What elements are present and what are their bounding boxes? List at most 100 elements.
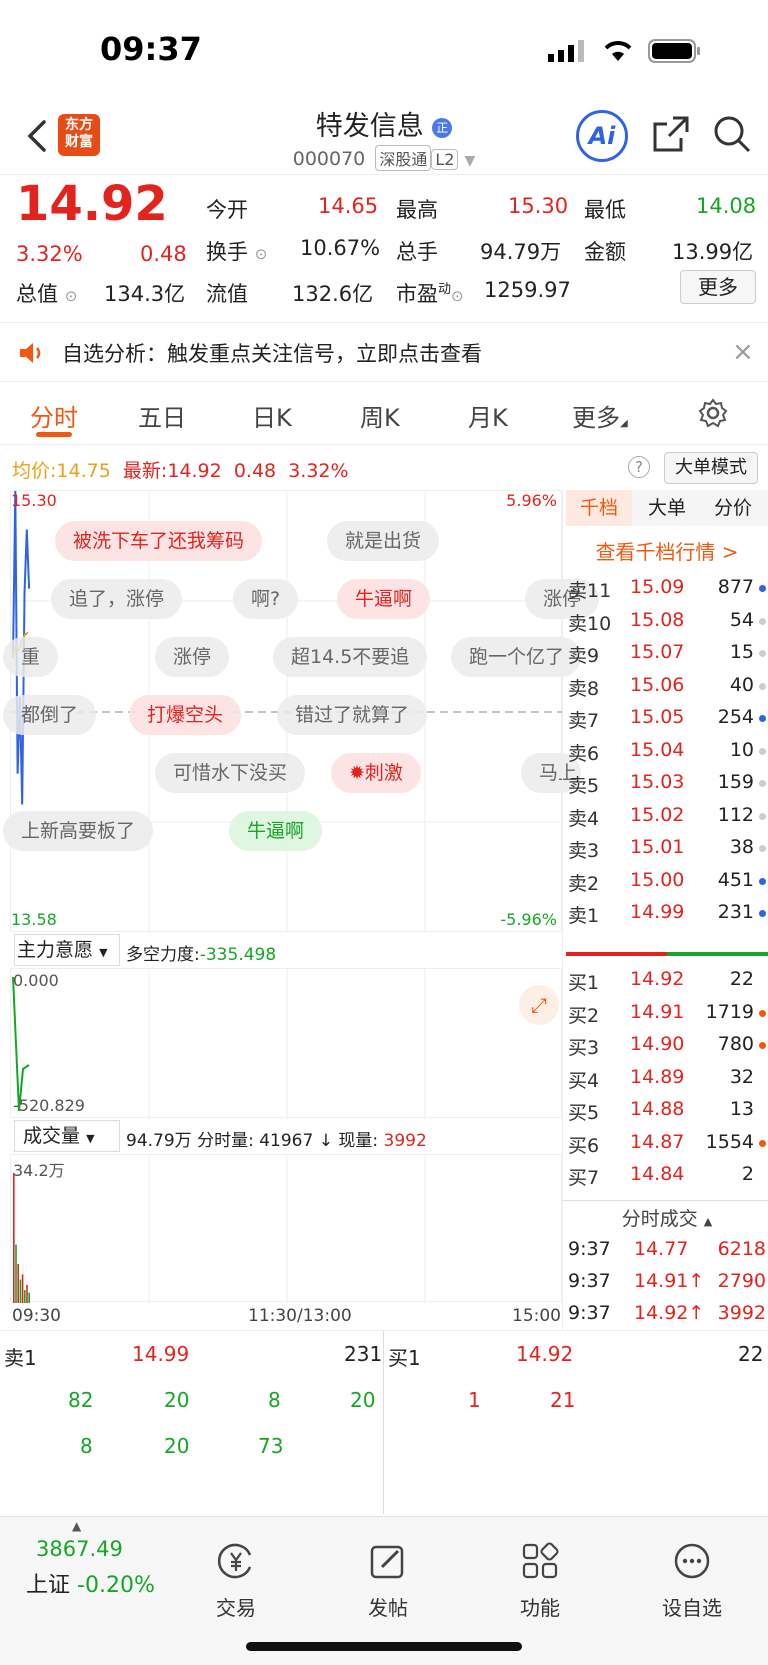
- trade-volume: 2790: [717, 1270, 766, 1292]
- trade-price: 14.92↑: [634, 1302, 705, 1324]
- current-price: 14.92: [16, 176, 168, 232]
- bid-price: 14.87: [630, 1130, 685, 1153]
- trades-title[interactable]: 分时成交 ▲: [566, 1204, 768, 1231]
- tab-trade[interactable]: 交易: [186, 1541, 286, 1621]
- more-dots-icon: [674, 1543, 710, 1579]
- ask-level: 卖1: [568, 905, 600, 927]
- comment-bubble[interactable]: 牛逼啊: [337, 579, 431, 619]
- ask-volume: 231: [717, 901, 754, 923]
- comment-bubble[interactable]: 都倒了: [3, 695, 97, 735]
- tab-watchlist[interactable]: 设自选: [642, 1541, 742, 1621]
- strip-buy-price: 14.92: [516, 1342, 574, 1366]
- battery-icon: [648, 39, 700, 63]
- comment-bubble[interactable]: 追了，涨停: [51, 579, 183, 619]
- volume-bar: [15, 1244, 17, 1303]
- comment-bubble[interactable]: ✹刺激: [331, 753, 421, 793]
- queue-item: 73: [258, 1434, 284, 1458]
- bid-price: 14.91: [630, 1000, 685, 1023]
- comment-bubble[interactable]: 打爆空头: [129, 695, 242, 735]
- x-tick-open: 09:30: [12, 1306, 61, 1326]
- indicator-svg: [12, 969, 426, 1119]
- volume-select[interactable]: 成交量 ▼: [14, 1120, 120, 1152]
- indicator-select[interactable]: 主力意愿 ▼: [14, 934, 120, 966]
- bid-volume: 1554: [705, 1130, 754, 1153]
- queue-item: 8: [80, 1434, 93, 1458]
- tab-week-k[interactable]: 周K: [360, 398, 400, 433]
- order-dot-icon: [759, 585, 766, 592]
- trade-volume: 3992: [717, 1302, 766, 1324]
- x-tick-close: 15:00: [512, 1306, 561, 1326]
- comment-bubble[interactable]: 就是出货: [327, 521, 440, 561]
- signal-icon: [548, 40, 584, 62]
- home-indicator: [246, 1642, 522, 1651]
- notice-bar[interactable]: 自选分析：触发重点关注信号，立即点击查看 ×: [0, 322, 768, 382]
- depth-link[interactable]: 查看千档行情 >: [566, 536, 768, 565]
- more-button[interactable]: 更多: [680, 270, 756, 304]
- low-value: 14.08: [696, 194, 757, 218]
- volume-bar: [24, 1290, 26, 1303]
- ask-row: 卖3 15.01 38: [566, 832, 768, 864]
- price-chart[interactable]: 被洗下车了还我筹码 就是出货 追了，涨停 啊? 牛逼啊 涨停 重 涨停 超14.…: [3, 490, 600, 933]
- volume-bar: [26, 1284, 28, 1303]
- comment-bubble[interactable]: 错过了就算了: [277, 695, 428, 735]
- trade-time: 9:37: [568, 1270, 611, 1292]
- open-label: 今开: [206, 198, 248, 222]
- tab-month-k[interactable]: 月K: [468, 398, 508, 433]
- expand-icon[interactable]: ⤢: [519, 985, 559, 1025]
- comment-bubble[interactable]: 超14.5不要追: [273, 637, 428, 677]
- comment-bubble[interactable]: 涨停: [155, 637, 230, 677]
- bid-volume: 1719: [705, 1000, 754, 1023]
- bid-row: 买7 14.84 2: [566, 1159, 768, 1191]
- ask-level: 卖8: [568, 677, 600, 700]
- big-order-mode-button[interactable]: 大单模式: [664, 452, 758, 484]
- tab-day-k[interactable]: 日K: [252, 398, 292, 433]
- volume-chart: 34.2万: [10, 1154, 562, 1303]
- ask-row: 卖7 15.05 254: [566, 702, 768, 734]
- strip-sell-label: 卖1: [4, 1346, 37, 1370]
- order-dot-icon: [759, 650, 766, 657]
- comment-bubble[interactable]: 上新高要板了: [3, 811, 154, 851]
- ask-row: 卖8 15.06 40: [566, 670, 768, 702]
- comment-bubble[interactable]: 可惜水下没买: [155, 753, 306, 793]
- queue-item: 21: [550, 1388, 576, 1412]
- tab-functions[interactable]: 功能: [490, 1541, 590, 1621]
- y-bottom-label: 13.58: [11, 910, 57, 929]
- trade-volume: 6218: [717, 1238, 766, 1260]
- tab-more[interactable]: 更多◢: [572, 398, 628, 433]
- pct-bottom-label: -5.96%: [500, 910, 557, 929]
- comment-bubble[interactable]: 啊?: [233, 579, 299, 619]
- bid-row: 买5 14.88 13: [566, 1094, 768, 1126]
- queue-item: 20: [164, 1434, 190, 1458]
- help-icon[interactable]: ?: [628, 456, 650, 478]
- tab-big-order[interactable]: 大单: [634, 490, 700, 526]
- volume-svg: [13, 1155, 426, 1303]
- speaker-icon: [20, 343, 41, 363]
- tab-post[interactable]: 发帖: [338, 1541, 438, 1621]
- pe-label: 市盈动⊙: [396, 282, 464, 306]
- ai-button[interactable]: Ai: [576, 110, 628, 162]
- order-dot-icon: [759, 812, 766, 820]
- force-row: 多空力度:-335.498: [126, 945, 277, 965]
- comment-bubble[interactable]: 被洗下车了还我筹码: [55, 521, 263, 561]
- search-icon[interactable]: [712, 114, 752, 154]
- tab-depth[interactable]: 千档: [566, 490, 632, 526]
- comment-bubble[interactable]: 牛逼啊: [229, 811, 323, 851]
- low-label: 最低: [584, 198, 626, 222]
- info-icon: ⊙: [451, 287, 464, 305]
- tab-intraday[interactable]: 分时: [30, 398, 78, 433]
- order-dot-icon: [759, 877, 766, 885]
- comment-bubble[interactable]: 重: [3, 637, 59, 677]
- chart-info-row: 均价:14.75 最新:14.92 0.48 3.32%: [12, 460, 349, 482]
- close-icon[interactable]: ×: [732, 337, 754, 367]
- queue-item: 20: [350, 1388, 376, 1412]
- index-row[interactable]: 上证 -0.20%: [26, 1567, 155, 1599]
- tab-5day[interactable]: 五日: [138, 398, 186, 433]
- settings-gear-icon[interactable]: [698, 398, 728, 428]
- tab-price-dist[interactable]: 分价: [700, 490, 766, 526]
- post-edit-icon: [370, 1545, 404, 1579]
- ask-price: 15.00: [630, 868, 685, 891]
- trade-time: 9:37: [568, 1238, 611, 1260]
- index-value[interactable]: 3867.49: [36, 1537, 123, 1561]
- share-icon[interactable]: [651, 114, 691, 154]
- tag-l2: L2: [431, 149, 459, 170]
